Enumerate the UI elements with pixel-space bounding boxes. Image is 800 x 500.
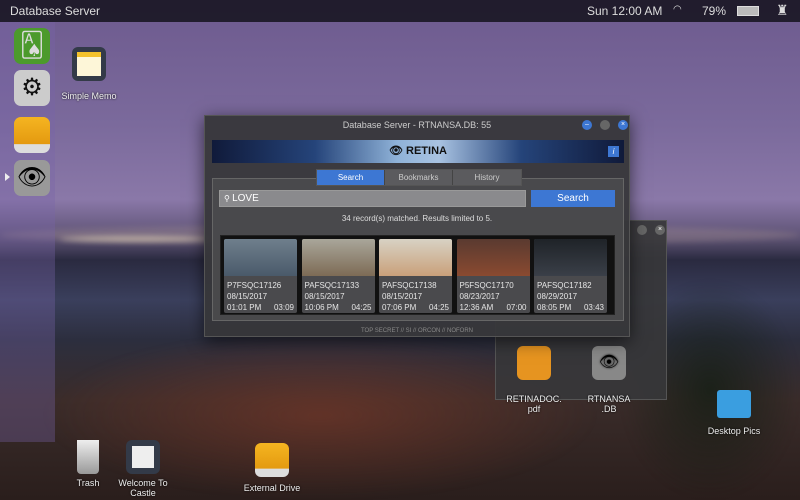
file-retinadoc[interactable]: RETINADOC. pdf xyxy=(504,336,564,424)
result-card[interactable]: P7FSQC17126 08/15/2017 01:01 PM 03:09 xyxy=(224,239,297,313)
icon-label: External Drive xyxy=(243,483,301,493)
record-duration: 07:00 xyxy=(506,303,527,312)
result-card[interactable]: PAFSQC17133 08/15/2017 10:06 PM 04:25 xyxy=(301,239,375,313)
close-button[interactable]: × xyxy=(655,225,665,235)
record-id: PAFSQC17133 xyxy=(304,281,360,290)
record-date: 08/23/2017 xyxy=(459,292,500,301)
search-value: LOVE xyxy=(232,193,259,204)
info-button[interactable]: i xyxy=(608,146,619,157)
desktop-icon-simple-memo[interactable]: Simple Memo xyxy=(58,47,120,101)
memo-icon xyxy=(77,52,101,76)
desktop-icon-welcome[interactable]: Welcome To Castle xyxy=(113,440,173,498)
tab-search[interactable]: Search xyxy=(317,170,385,185)
video-thumbnail xyxy=(379,239,452,276)
search-button[interactable]: Search xyxy=(531,190,615,207)
record-date: 08/15/2017 xyxy=(227,292,268,301)
record-time: 08:05 PM xyxy=(537,303,572,312)
tab-bookmarks[interactable]: Bookmarks xyxy=(385,170,453,185)
result-card[interactable]: PAFSQC17138 08/15/2017 07:06 PM 04:25 xyxy=(379,239,452,313)
record-id: P7FSQC17126 xyxy=(227,281,282,290)
status-text: 34 record(s) matched. Results limited to… xyxy=(341,214,493,223)
record-duration: 04:25 xyxy=(428,303,449,312)
record-duration: 03:43 xyxy=(583,303,604,312)
file-label: RTNANSA .DB xyxy=(587,394,631,414)
trash-icon xyxy=(77,440,99,474)
folder-icon xyxy=(717,390,751,418)
battery-icon[interactable] xyxy=(737,6,759,16)
document-icon xyxy=(132,446,154,468)
record-time: 01:01 PM xyxy=(227,303,262,312)
result-card[interactable]: P5FSQC17170 08/23/2017 12:36 AM 07:00 xyxy=(456,239,530,313)
dock-solitaire[interactable]: 🂡 xyxy=(14,28,50,64)
record-id: PAFSQC17182 xyxy=(537,281,592,290)
tab-bar: Search Bookmarks History xyxy=(316,169,522,186)
icon-label: Trash xyxy=(76,478,100,488)
maximize-button[interactable] xyxy=(600,120,610,130)
icon-label: Simple Memo xyxy=(61,91,117,101)
desktop-icon-external-drive[interactable]: External Drive xyxy=(237,443,307,493)
record-id: PAFSQC17138 xyxy=(382,281,437,290)
icon-label: Welcome To Castle xyxy=(118,478,168,498)
drive-icon xyxy=(255,443,289,477)
tab-history[interactable]: History xyxy=(453,170,521,185)
video-thumbnail xyxy=(301,239,375,276)
top-bar: Database Server Sun 12:00 AM ◠ 79% ♜ xyxy=(0,0,800,22)
record-date: 08/15/2017 xyxy=(304,292,345,301)
dock-external-drive[interactable] xyxy=(14,117,50,153)
record-id: P5FSQC17170 xyxy=(459,281,514,290)
desktop-icon-desktop-pics[interactable]: Desktop Pics xyxy=(702,390,766,436)
file-label: RETINADOC. pdf xyxy=(506,394,562,414)
active-indicator xyxy=(5,173,10,181)
file-rtnansa-db[interactable]: 👁 RTNANSA .DB xyxy=(579,336,639,424)
chart-doc-icon xyxy=(517,346,551,380)
record-duration: 04:25 xyxy=(351,303,372,312)
record-time: 07:06 PM xyxy=(382,303,417,312)
window-title: Database Server - RTNANSA.DB: 55 xyxy=(342,120,492,130)
clock[interactable]: Sun 12:00 AM xyxy=(587,4,662,18)
castle-icon[interactable]: ♜ xyxy=(776,2,789,19)
search-input[interactable]: ⚲ LOVE xyxy=(219,190,526,207)
classification-footer: TOP SECRET // SI // ORCON // NOFORN xyxy=(360,328,474,334)
gears-icon: ⚙ xyxy=(21,74,43,101)
minimize-button[interactable]: – xyxy=(582,120,592,130)
eye-icon: 👁 xyxy=(389,145,407,157)
cards-icon: 🂡 xyxy=(19,32,45,59)
app-name: Database Server xyxy=(10,4,101,18)
wifi-icon[interactable]: ◠ xyxy=(673,4,682,15)
retina-banner: 👁 RETINA i xyxy=(212,140,624,163)
results-strip: P7FSQC17126 08/15/2017 01:01 PM 03:09 PA… xyxy=(220,235,615,315)
search-icon: ⚲ xyxy=(224,194,233,203)
result-card[interactable]: PAFSQC17182 08/29/2017 08:05 PM 03:43 xyxy=(534,239,607,313)
dock: 🂡 ⚙ 👁 xyxy=(0,22,55,442)
video-thumbnail xyxy=(534,239,607,276)
video-thumbnail xyxy=(456,239,530,276)
dock-retina[interactable]: 👁 xyxy=(14,160,50,196)
eye-file-icon: 👁 xyxy=(592,346,626,380)
dock-settings[interactable]: ⚙ xyxy=(14,70,50,106)
database-server-window: Database Server - RTNANSA.DB: 55 – × 👁 R… xyxy=(204,115,630,337)
eye-icon: 👁 xyxy=(16,164,48,191)
record-date: 08/15/2017 xyxy=(382,292,423,301)
banner-title: RETINA xyxy=(406,145,447,157)
icon-label: Desktop Pics xyxy=(707,426,761,436)
record-time: 12:36 AM xyxy=(459,303,494,312)
maximize-button[interactable] xyxy=(637,225,647,235)
battery-percent: 79% xyxy=(702,4,727,18)
record-time: 10:06 PM xyxy=(304,303,339,312)
record-date: 08/29/2017 xyxy=(537,292,578,301)
desktop-icon-trash[interactable]: Trash xyxy=(68,440,108,488)
close-button[interactable]: × xyxy=(618,120,628,130)
record-duration: 03:09 xyxy=(273,303,294,312)
video-thumbnail xyxy=(224,239,297,276)
